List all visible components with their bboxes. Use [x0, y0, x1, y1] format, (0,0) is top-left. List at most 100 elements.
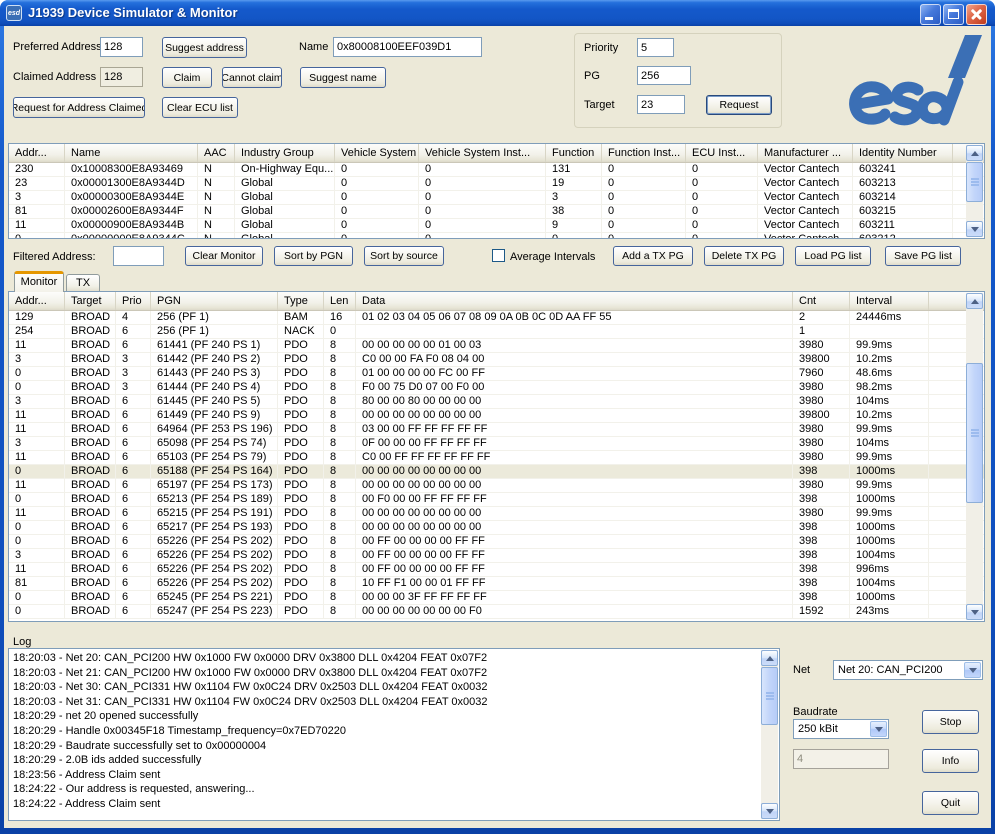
table-row[interactable]: 230x00001300E8A9344DNGlobal001900Vector … [9, 177, 984, 191]
suggest-address-button[interactable]: Suggest address [162, 37, 247, 58]
filtered-address-input[interactable] [113, 246, 164, 266]
app-icon[interactable]: esd [6, 5, 22, 21]
column-header-industry-group[interactable]: Industry Group [235, 144, 335, 162]
table-cell: 00 FF 00 00 00 00 FF FF [356, 535, 793, 548]
sort-by-pgn-button[interactable]: Sort by PGN [274, 246, 353, 266]
dropdown-button[interactable] [870, 721, 887, 737]
scrollbar-thumb[interactable] [966, 363, 983, 503]
sort-by-source-button[interactable]: Sort by source [364, 246, 444, 266]
table-row[interactable]: 3BROAD665226 (PF 254 PS 202)PDO800 FF 00… [9, 549, 984, 563]
title-bar[interactable]: esd J1939 Device Simulator & Monitor [0, 0, 995, 26]
scroll-up-button[interactable] [966, 145, 983, 161]
monitor-vertical-scrollbar[interactable] [966, 293, 983, 620]
column-header-target[interactable]: Target [65, 292, 116, 310]
column-header-ecu-inst[interactable]: ECU Inst... [686, 144, 758, 162]
column-header-vehicle-system[interactable]: Vehicle System [335, 144, 419, 162]
table-cell: 996ms [850, 563, 929, 576]
load-pg-list-button[interactable]: Load PG list [795, 246, 871, 266]
table-row[interactable]: 3BROAD665098 (PF 254 PS 74)PDO80F 00 00 … [9, 437, 984, 451]
cannot-claim-button[interactable]: Cannot claim [222, 67, 282, 88]
table-row[interactable]: 110x00000900E8A9344BNGlobal00900Vector C… [9, 219, 984, 233]
table-row[interactable]: 11BROAD665103 (PF 254 PS 79)PDO8C0 00 FF… [9, 451, 984, 465]
dropdown-button[interactable] [964, 662, 981, 678]
column-header-addr[interactable]: Addr... [9, 292, 65, 310]
table-row[interactable]: 11BROAD665215 (PF 254 PS 191)PDO800 00 0… [9, 507, 984, 521]
add-tx-pg-button[interactable]: Add a TX PG [613, 246, 693, 266]
stop-button[interactable]: Stop [922, 710, 979, 734]
table-row[interactable]: 3BROAD661445 (PF 240 PS 5)PDO880 00 00 8… [9, 395, 984, 409]
column-header-function-inst[interactable]: Function Inst... [602, 144, 686, 162]
table-row[interactable]: 254BROAD6256 (PF 1)NACK01 [9, 325, 984, 339]
column-header-cnt[interactable]: Cnt [793, 292, 850, 310]
table-cell: PDO [278, 395, 324, 408]
preferred-address-input[interactable] [100, 37, 143, 57]
target-input[interactable] [637, 95, 685, 114]
ecu-vertical-scrollbar[interactable] [966, 145, 983, 237]
delete-tx-pg-button[interactable]: Delete TX PG [704, 246, 784, 266]
column-header-identity-number[interactable]: Identity Number [853, 144, 953, 162]
table-row[interactable]: 129BROAD4256 (PF 1)BAM1601 02 03 04 05 0… [9, 311, 984, 325]
column-header-len[interactable]: Len [324, 292, 356, 310]
table-row[interactable]: 11BROAD661441 (PF 240 PS 1)PDO800 00 00 … [9, 339, 984, 353]
save-pg-list-button[interactable]: Save PG list [885, 246, 961, 266]
log-vertical-scrollbar[interactable] [761, 650, 778, 819]
average-intervals-checkbox[interactable] [492, 249, 505, 262]
clear-ecu-list-button[interactable]: Clear ECU list [162, 97, 238, 118]
table-row[interactable]: 11BROAD661449 (PF 240 PS 9)PDO800 00 00 … [9, 409, 984, 423]
column-header-type[interactable]: Type [278, 292, 324, 310]
request-button[interactable]: Request [706, 95, 772, 115]
log-box[interactable]: 18:20:03 - Net 20: CAN_PCI200 HW 0x1000 … [8, 648, 780, 821]
column-header-aac[interactable]: AAC [198, 144, 235, 162]
claim-button[interactable]: Claim [162, 67, 212, 88]
table-row[interactable]: 2300x10008300E8A93469NOn-Highway Equ...0… [9, 163, 984, 177]
table-row[interactable]: 3BROAD361442 (PF 240 PS 2)PDO8C0 00 00 F… [9, 353, 984, 367]
table-row[interactable]: 30x00000300E8A9344ENGlobal00300Vector Ca… [9, 191, 984, 205]
name-input[interactable] [333, 37, 482, 57]
scroll-up-button[interactable] [966, 293, 983, 309]
table-row[interactable]: 0BROAD665213 (PF 254 PS 189)PDO800 F0 00… [9, 493, 984, 507]
column-header-data[interactable]: Data [356, 292, 793, 310]
column-header-function[interactable]: Function [546, 144, 602, 162]
column-header-addr[interactable]: Addr... [9, 144, 65, 162]
priority-input[interactable] [637, 38, 674, 57]
column-header-interval[interactable]: Interval [850, 292, 929, 310]
scroll-up-button[interactable] [761, 650, 778, 666]
tab-monitor[interactable]: Monitor [14, 271, 64, 292]
table-row[interactable]: 0BROAD665245 (PF 254 PS 221)PDO800 00 00… [9, 591, 984, 605]
scroll-down-button[interactable] [761, 803, 778, 819]
table-row[interactable]: 0BROAD665226 (PF 254 PS 202)PDO800 FF 00… [9, 535, 984, 549]
column-header-pgn[interactable]: PGN [151, 292, 278, 310]
column-header-manufacturer[interactable]: Manufacturer ... [758, 144, 853, 162]
scrollbar-thumb[interactable] [761, 667, 778, 725]
table-row[interactable]: 0BROAD665217 (PF 254 PS 193)PDO800 00 00… [9, 521, 984, 535]
table-row[interactable]: 810x00002600E8A9344FNGlobal003800Vector … [9, 205, 984, 219]
quit-button[interactable]: Quit [922, 791, 979, 815]
column-header-vehicle-system-inst[interactable]: Vehicle System Inst... [419, 144, 546, 162]
suggest-name-button[interactable]: Suggest name [300, 67, 386, 88]
scroll-down-button[interactable] [966, 221, 983, 237]
table-row[interactable]: 0BROAD361444 (PF 240 PS 4)PDO8F0 00 75 D… [9, 381, 984, 395]
table-row[interactable]: 0BROAD361443 (PF 240 PS 3)PDO801 00 00 0… [9, 367, 984, 381]
column-header-prio[interactable]: Prio [116, 292, 151, 310]
table-row[interactable]: 00x00000000E8A9344CNGlobal00000Vector Ca… [9, 233, 984, 239]
pg-input[interactable] [637, 66, 691, 85]
table-row[interactable]: 11BROAD665226 (PF 254 PS 202)PDO800 FF 0… [9, 563, 984, 577]
scrollbar-thumb[interactable] [966, 162, 983, 202]
table-row[interactable]: 11BROAD665197 (PF 254 PS 173)PDO800 00 0… [9, 479, 984, 493]
minimize-button[interactable] [920, 4, 941, 25]
table-row[interactable]: 11BROAD664964 (PF 253 PS 196)PDO803 00 0… [9, 423, 984, 437]
maximize-button[interactable] [943, 4, 964, 25]
request-for-address-claimed-button[interactable]: Request for Address Claimed [13, 97, 145, 118]
column-header-name[interactable]: Name [65, 144, 198, 162]
baudrate-dropdown[interactable]: 250 kBit [793, 719, 889, 739]
info-button[interactable]: Info [922, 749, 979, 773]
clear-monitor-button[interactable]: Clear Monitor [185, 246, 263, 266]
tab-tx[interactable]: TX [66, 274, 100, 291]
table-row[interactable]: 0BROAD665247 (PF 254 PS 223)PDO800 00 00… [9, 605, 984, 619]
table-row[interactable]: 81BROAD665226 (PF 254 PS 202)PDO810 FF F… [9, 577, 984, 591]
close-button[interactable] [966, 4, 987, 25]
scroll-down-button[interactable] [966, 604, 983, 620]
table-cell: 0 [602, 233, 686, 239]
table-row[interactable]: 0BROAD665188 (PF 254 PS 164)PDO800 00 00… [9, 465, 984, 479]
net-dropdown[interactable]: Net 20: CAN_PCI200 [833, 660, 983, 680]
